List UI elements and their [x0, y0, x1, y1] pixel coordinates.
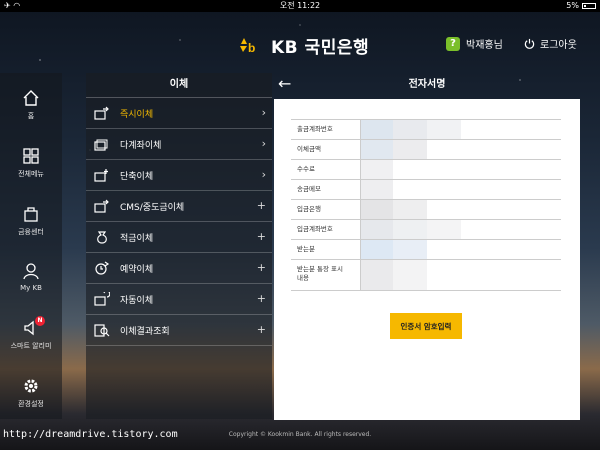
- menu-item-label: 이체결과조회: [120, 326, 170, 337]
- menu-item-quick-transfer[interactable]: 단축이체 ›: [86, 160, 272, 191]
- left-nav: 홈 전체메뉴 금융센터 My KB N 스마트 알리미 환경설정: [0, 73, 62, 419]
- field-label: 출금계좌번호: [291, 120, 361, 139]
- user-help-icon: ?: [446, 36, 460, 51]
- redacted-value: [361, 160, 561, 179]
- field-label: 이체금액: [291, 140, 361, 159]
- bank-logo[interactable]: b KB 국민은행: [238, 33, 369, 58]
- certificate-password-button[interactable]: 인증서 암호입력: [390, 313, 462, 339]
- home-icon: [23, 90, 39, 106]
- field-label: 입금계좌번호: [291, 220, 361, 239]
- redacted-value: [361, 260, 561, 290]
- menu-item-label: 적금이체: [120, 233, 154, 244]
- user-name: 박재홍님: [466, 40, 503, 51]
- quick-transfer-icon: [94, 168, 110, 182]
- nav-label: 스마트 알리미: [10, 342, 52, 350]
- redacted-value: [361, 180, 561, 199]
- signature-title: 전자서명: [408, 79, 446, 90]
- menu-item-cms-transfer[interactable]: CMS/중도금이체 +: [86, 191, 272, 222]
- redacted-value: [361, 240, 561, 259]
- status-bar: ✈ ◠ 오전 11:22 5%: [0, 0, 600, 12]
- table-row: 수수료: [291, 160, 561, 180]
- nav-item-finance-center[interactable]: 금융센터: [0, 205, 62, 237]
- clock-icon: [94, 261, 110, 275]
- gear-icon: [24, 379, 38, 393]
- nav-item-all-menu[interactable]: 전체메뉴: [0, 147, 62, 179]
- plus-icon: +: [256, 199, 266, 212]
- auto-transfer-icon: [94, 292, 110, 306]
- field-label: 받는분: [291, 240, 361, 259]
- menu-item-label: 다계좌이체: [120, 140, 162, 151]
- transfer-menu-title: 이체: [86, 73, 272, 98]
- plus-icon: +: [256, 323, 266, 336]
- menu-item-label: 단축이체: [120, 171, 154, 182]
- search-doc-icon: [94, 323, 110, 337]
- chevron-right-icon: ›: [261, 168, 266, 181]
- table-row: 받는분: [291, 240, 561, 260]
- cms-transfer-icon: [94, 199, 110, 213]
- money-bag-icon: [94, 230, 110, 244]
- bank-name: KB 국민은행: [271, 38, 370, 58]
- logout-button[interactable]: 로그아웃: [524, 36, 577, 51]
- field-label: 받는분 통장 표시 내용: [291, 260, 361, 290]
- table-row: 입금계좌번호: [291, 220, 561, 240]
- status-time: 오전 11:22: [279, 1, 321, 10]
- person-icon: [23, 263, 39, 280]
- signature-panel: 출금계좌번호 이체금액 수수료 송금메모 입금은행 입금계좌번호 받는분 받는분…: [274, 99, 580, 420]
- signature-table: 출금계좌번호 이체금액 수수료 송금메모 입금은행 입금계좌번호 받는분 받는분…: [291, 119, 561, 291]
- table-row: 출금계좌번호: [291, 120, 561, 140]
- multi-transfer-icon: [94, 137, 110, 151]
- plus-icon: +: [256, 292, 266, 305]
- table-row: 송금메모: [291, 180, 561, 200]
- chevron-right-icon: ›: [261, 106, 266, 119]
- nav-label: 금융센터: [18, 228, 44, 236]
- menu-item-savings-transfer[interactable]: 적금이체 +: [86, 222, 272, 253]
- power-icon: [524, 38, 535, 49]
- menu-item-scheduled-transfer[interactable]: 예약이체 +: [86, 253, 272, 284]
- user-profile[interactable]: ? 박재홍님: [446, 36, 503, 51]
- table-row: 이체금액: [291, 140, 561, 160]
- menu-item-transfer-history[interactable]: 이체결과조회 +: [86, 315, 272, 346]
- menu-item-label: 즉시이체: [120, 109, 154, 120]
- redacted-value: [361, 200, 561, 219]
- table-row: 입금은행: [291, 200, 561, 220]
- redacted-value: [361, 140, 561, 159]
- nav-item-settings[interactable]: 환경설정: [0, 377, 62, 409]
- table-row: 받는분 통장 표시 내용: [291, 260, 561, 291]
- nav-item-my-kb[interactable]: My KB: [0, 262, 62, 292]
- field-label: 송금메모: [291, 180, 361, 199]
- nav-item-home[interactable]: 홈: [0, 89, 62, 121]
- plus-icon: +: [256, 261, 266, 274]
- grid-icon: [23, 148, 39, 164]
- transfer-icon: [94, 106, 110, 120]
- menu-item-label: 자동이체: [120, 295, 154, 306]
- logout-label: 로그아웃: [540, 40, 577, 51]
- nav-label: My KB: [20, 284, 42, 292]
- menu-item-label: 예약이체: [120, 264, 154, 275]
- battery-icon: [582, 3, 596, 9]
- nav-label: 환경설정: [18, 400, 44, 408]
- nav-label: 홈: [27, 112, 35, 120]
- bag-icon: [24, 207, 38, 222]
- plus-icon: +: [256, 230, 266, 243]
- new-badge: N: [35, 316, 45, 326]
- menu-item-multi-transfer[interactable]: 다계좌이체 ›: [86, 129, 272, 160]
- redacted-value: [361, 220, 561, 239]
- menu-item-label: CMS/중도금이체: [120, 202, 185, 213]
- redacted-value: [361, 120, 561, 139]
- nav-label: 전체메뉴: [18, 170, 44, 178]
- nav-item-smart-alert[interactable]: N 스마트 알리미: [0, 316, 62, 351]
- kb-star-icon: b: [238, 35, 266, 57]
- signature-header: ← 전자서명: [274, 73, 580, 97]
- transfer-menu: 이체 즉시이체 › 다계좌이체 › 단축이체 › CMS/중도금이체 + 적금이…: [86, 73, 272, 419]
- svg-text:b: b: [248, 41, 255, 55]
- menu-item-auto-transfer[interactable]: 자동이체 +: [86, 284, 272, 315]
- field-label: 입금은행: [291, 200, 361, 219]
- field-label: 수수료: [291, 160, 361, 179]
- watermark: http://dreamdrive.tistory.com: [3, 429, 178, 440]
- chevron-right-icon: ›: [261, 137, 266, 150]
- battery-percent: 5%: [566, 1, 579, 10]
- menu-item-instant-transfer[interactable]: 즉시이체 ›: [86, 98, 272, 129]
